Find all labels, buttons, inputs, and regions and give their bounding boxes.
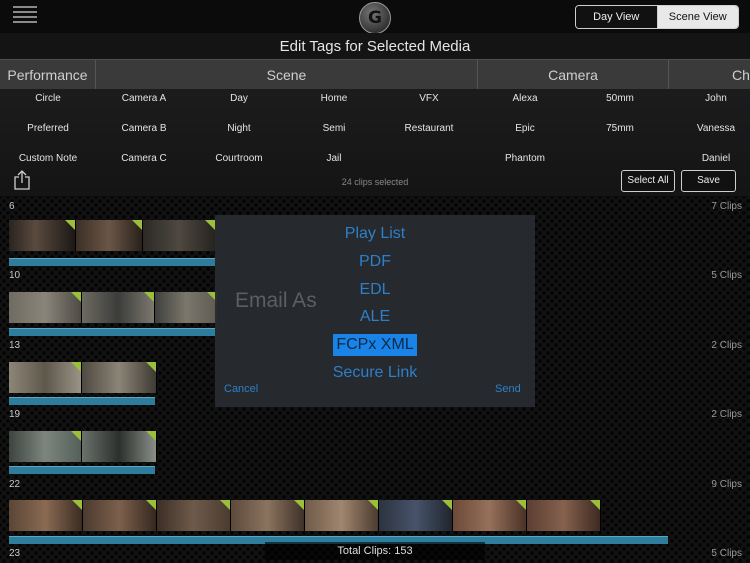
- clip-count: 9 Clips: [711, 479, 742, 490]
- clip-thumbnail[interactable]: [231, 500, 305, 531]
- clip-thumbnail[interactable]: [82, 362, 157, 393]
- send-button[interactable]: Send: [495, 383, 521, 395]
- tag-button[interactable]: Epic: [480, 123, 570, 134]
- option-ale[interactable]: ALE: [333, 306, 417, 328]
- clip-strip: [9, 292, 218, 323]
- category-character: Cha: [732, 67, 750, 83]
- save-button[interactable]: Save: [681, 170, 736, 192]
- clip-thumbnail[interactable]: [379, 500, 453, 531]
- tag-button[interactable]: Daniel: [671, 153, 750, 164]
- clip-thumbnail[interactable]: [143, 220, 216, 251]
- scene-number: 13: [9, 340, 21, 351]
- option-edl[interactable]: EDL: [333, 279, 417, 301]
- clip-strip: [9, 500, 601, 531]
- clip-thumbnail[interactable]: [9, 292, 82, 323]
- clip-timeline-bar: [9, 258, 215, 266]
- clip-thumbnail[interactable]: [9, 431, 82, 462]
- scene-number: 19: [9, 409, 21, 420]
- clip-timeline-bar: [9, 466, 155, 474]
- clip-thumbnail[interactable]: [83, 500, 157, 531]
- tag-button[interactable]: Night: [194, 123, 284, 134]
- select-all-button[interactable]: Select All: [621, 170, 675, 192]
- scene-number: 10: [9, 270, 21, 281]
- option-fcpx-xml[interactable]: FCPx XML: [333, 334, 417, 356]
- tag-button[interactable]: VFX: [384, 93, 474, 104]
- clip-count: 2 Clips: [711, 340, 742, 351]
- tag-button[interactable]: Preferred: [3, 123, 93, 134]
- clip-strip: [9, 220, 216, 251]
- tag-button[interactable]: Camera A: [99, 93, 189, 104]
- tag-button[interactable]: Camera C: [99, 153, 189, 164]
- option-pdf[interactable]: PDF: [333, 251, 417, 273]
- tag-button[interactable]: Alexa: [480, 93, 570, 104]
- scene-number: 22: [9, 479, 21, 490]
- tag-button[interactable]: Phantom: [480, 153, 570, 164]
- option-play-list[interactable]: Play List: [333, 223, 417, 245]
- day-view-tab[interactable]: Day View: [576, 6, 658, 28]
- clip-thumbnail[interactable]: [82, 292, 155, 323]
- category-camera: Camera: [548, 67, 598, 83]
- tag-button[interactable]: Circle: [3, 93, 93, 104]
- clip-thumbnail[interactable]: [82, 431, 157, 462]
- hamburger-menu-icon[interactable]: [13, 6, 37, 24]
- app-logo: G: [359, 2, 391, 34]
- tag-button[interactable]: John: [671, 93, 750, 104]
- view-switcher: Day View Scene View: [575, 5, 739, 29]
- tag-button[interactable]: Courtroom: [194, 153, 284, 164]
- clip-thumbnail[interactable]: [305, 500, 379, 531]
- category-performance: Performance: [7, 67, 88, 83]
- clip-strip: [9, 362, 157, 393]
- clip-thumbnail[interactable]: [9, 500, 83, 531]
- popup-title: Email As: [235, 289, 317, 312]
- tag-button[interactable]: Day: [194, 93, 284, 104]
- clip-timeline-bar: [9, 397, 155, 405]
- logo-glyph: G: [368, 8, 382, 28]
- tag-button[interactable]: Jail: [289, 153, 379, 164]
- clip-thumbnail[interactable]: [453, 500, 527, 531]
- tag-category-header: Performance Scene Camera Cha: [0, 59, 750, 91]
- clip-timeline-bar: [9, 328, 215, 336]
- tag-button[interactable]: Vanessa: [671, 123, 750, 134]
- clip-count: 2 Clips: [711, 409, 742, 420]
- tag-button[interactable]: 75mm: [575, 123, 665, 134]
- clip-thumbnail[interactable]: [9, 220, 76, 251]
- scene-view-tab[interactable]: Scene View: [657, 6, 738, 28]
- clip-thumbnail[interactable]: [76, 220, 143, 251]
- page-title: Edit Tags for Selected Media: [279, 38, 471, 55]
- cancel-button[interactable]: Cancel: [224, 383, 258, 395]
- clip-count: 5 Clips: [711, 270, 742, 281]
- option-secure-link[interactable]: Secure Link: [318, 362, 432, 384]
- clip-thumbnail[interactable]: [157, 500, 231, 531]
- tag-button[interactable]: Camera B: [99, 123, 189, 134]
- clip-count: 7 Clips: [711, 201, 742, 212]
- tag-button[interactable]: 50mm: [575, 93, 665, 104]
- tag-button[interactable]: Restaurant: [384, 123, 474, 134]
- tag-button[interactable]: Home: [289, 93, 379, 104]
- category-scene: Scene: [266, 67, 307, 83]
- tag-button[interactable]: Semi: [289, 123, 379, 134]
- total-clips-label: Total Clips: 153: [337, 545, 413, 557]
- scene-number: 6: [9, 201, 15, 212]
- clip-thumbnail[interactable]: [155, 292, 218, 323]
- tag-button[interactable]: Custom Note: [3, 153, 93, 164]
- clip-thumbnail[interactable]: [9, 362, 82, 393]
- clip-strip: [9, 431, 157, 462]
- clip-thumbnail[interactable]: [527, 500, 601, 531]
